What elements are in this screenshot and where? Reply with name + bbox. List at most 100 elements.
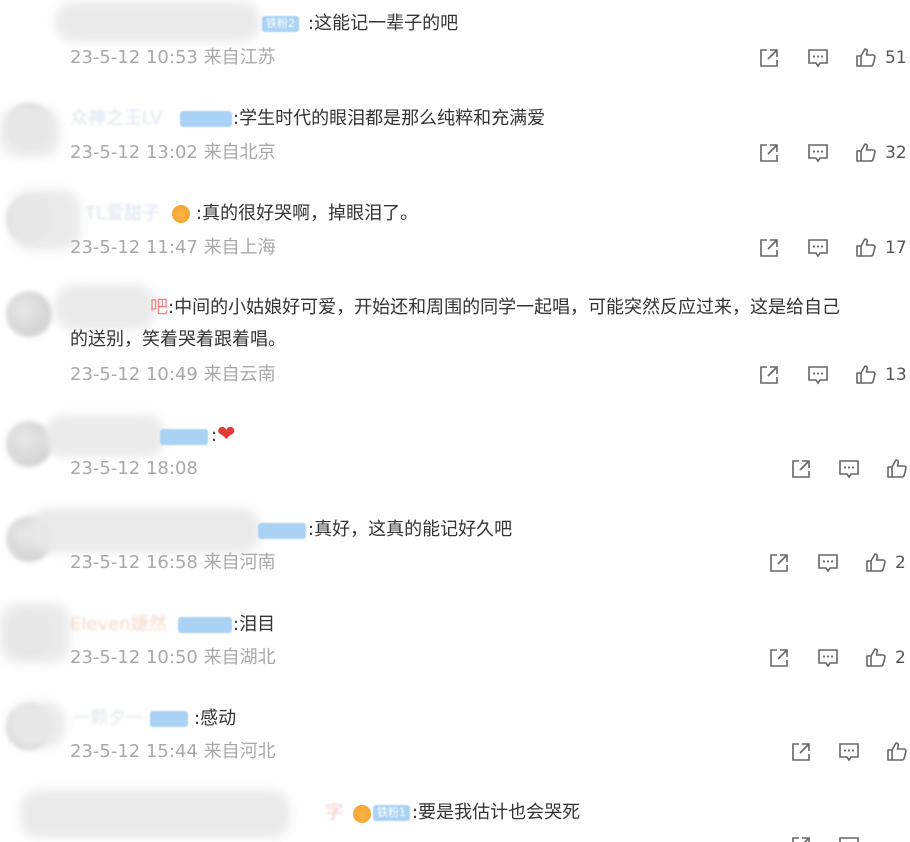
fan-badge	[150, 711, 188, 727]
share-icon[interactable]	[789, 457, 813, 481]
like-icon[interactable]	[854, 46, 878, 70]
like-icon[interactable]	[864, 551, 888, 575]
comment-location: 来自湖北	[203, 647, 276, 668]
like-icon[interactable]	[854, 141, 878, 165]
username: 一颗夕一	[72, 708, 144, 729]
comment-icon[interactable]	[806, 141, 830, 165]
blurred-username	[0, 603, 70, 663]
comment-location: 来自河北	[203, 741, 276, 762]
comment-actions: 13	[757, 363, 907, 387]
comment-icon[interactable]	[837, 457, 861, 481]
comment-time: 23-5-12 10:49	[70, 364, 198, 385]
share-icon[interactable]	[757, 46, 781, 70]
comment-time: 23-5-12 13:02	[70, 142, 198, 163]
comment-icon[interactable]	[816, 646, 840, 670]
comment-meta: 23-5-12 13:02 来自北京	[70, 141, 276, 165]
like-count: 2	[895, 553, 906, 573]
like-icon[interactable]	[885, 740, 909, 764]
comment-time: 23-5-12 10:50	[70, 647, 198, 668]
share-icon[interactable]	[789, 834, 813, 842]
comment-time: 23-5-12 18:08	[70, 458, 198, 479]
comment-time: 23-5-12 11:47	[70, 237, 198, 258]
comment-location: 来自云南	[203, 364, 276, 385]
like-count: 13	[885, 365, 907, 385]
username: Eleven婕然	[70, 614, 167, 635]
comment-time: 23-5-12 10:53	[70, 47, 198, 68]
comment-meta: 23-5-12 11:47 来自上海	[70, 236, 276, 260]
comment-icon[interactable]	[837, 740, 861, 764]
share-icon[interactable]	[757, 141, 781, 165]
blurred-username	[45, 415, 165, 457]
comment-time: 23-5-12 16:58	[70, 552, 198, 573]
like-icon[interactable]	[854, 236, 878, 260]
fan-badge	[180, 111, 232, 127]
blurred-username	[10, 702, 65, 747]
comment-actions: 2	[767, 551, 907, 575]
comment-item: TL爱甜子 :真的很好哭啊，掉眼泪了。 23-5-12 11:47 来自上海 1…	[0, 190, 910, 280]
comment-actions: 32	[757, 141, 907, 165]
comment-location: 来自江苏	[203, 47, 276, 68]
fan-badge: 铁粉1	[373, 805, 410, 821]
comment-item: 铁粉2 :这能记一辈子的吧 23-5-12 10:53 来自江苏 51	[0, 0, 910, 90]
comment-actions	[789, 834, 910, 842]
comment-icon[interactable]	[837, 834, 861, 842]
share-icon[interactable]	[767, 551, 791, 575]
comment-text: :感动	[194, 708, 237, 729]
comment-actions: 2	[767, 646, 907, 670]
comment-meta: 23-5-12 10:49 来自云南	[70, 363, 276, 387]
comment-actions: 51	[757, 46, 907, 70]
like-icon[interactable]	[864, 646, 888, 670]
share-icon[interactable]	[757, 236, 781, 260]
fan-badge	[258, 523, 306, 539]
comment-text-continued: 的送别，笑着哭着跟着唱。	[70, 329, 286, 350]
comment-item: :❤ 23-5-12 18:08	[0, 413, 910, 498]
comment-text: :泪目	[233, 614, 276, 635]
like-icon[interactable]	[885, 457, 909, 481]
comment-text: :真的很好哭啊，掉眼泪了。	[196, 203, 419, 224]
comment-time: 23-5-12 15:44	[70, 741, 198, 762]
like-count: 17	[885, 238, 907, 258]
comment-item: 一颗夕一 :感动 23-5-12 15:44 来自河北	[0, 698, 910, 783]
username: 吧	[150, 297, 168, 318]
comment-icon[interactable]	[816, 551, 840, 575]
comment-text: :这能记一辈子的吧	[308, 13, 459, 34]
comment-location: 来自河南	[203, 552, 276, 573]
comment-text: :❤	[211, 422, 236, 447]
heart-emoji: ❤	[217, 422, 236, 447]
comment-item: Eleven婕然 :泪目 23-5-12 10:50 来自湖北 2	[0, 603, 910, 688]
username: 众神之王LV	[70, 108, 163, 129]
comment-icon[interactable]	[806, 236, 830, 260]
username: TL爱甜子	[85, 203, 161, 224]
comment-meta: 23-5-12 10:53 来自江苏	[70, 46, 276, 70]
blurred-username	[0, 107, 60, 157]
comment-text: :学生时代的眼泪都是那么纯粹和充满爱	[233, 108, 546, 129]
comment-meta: 23-5-12 15:44 来自河北	[70, 740, 276, 764]
like-count: 32	[885, 143, 907, 163]
blurred-username	[30, 508, 260, 553]
like-icon[interactable]	[854, 363, 878, 387]
like-count: 2	[895, 648, 906, 668]
avatar	[6, 291, 52, 337]
blurred-username	[20, 790, 290, 838]
share-icon[interactable]	[757, 363, 781, 387]
like-count: 51	[885, 48, 907, 68]
comment-icon[interactable]	[806, 46, 830, 70]
comment-text: :要是我估计也会哭死	[412, 802, 581, 823]
share-icon[interactable]	[767, 646, 791, 670]
comment-item: 字 铁粉1 :要是我估计也会哭死	[0, 788, 910, 842]
comment-actions: 17	[757, 236, 907, 260]
share-icon[interactable]	[789, 740, 813, 764]
blurred-username	[55, 285, 155, 330]
comment-location: 来自北京	[203, 142, 276, 163]
comment-actions	[789, 740, 910, 764]
comment-icon[interactable]	[806, 363, 830, 387]
fan-badge	[160, 429, 208, 445]
comment-meta: 23-5-12 10:50 来自湖北	[70, 646, 276, 670]
comment-item: :真好，这真的能记好久吧 23-5-12 16:58 来自河南 2	[0, 508, 910, 593]
username: 字	[325, 802, 343, 823]
crown-icon	[353, 805, 371, 823]
comment-item: 众神之王LV :学生时代的眼泪都是那么纯粹和充满爱 23-5-12 13:02 …	[0, 95, 910, 185]
comment-actions	[789, 457, 910, 481]
comment-text: :真好，这真的能记好久吧	[308, 519, 513, 540]
crown-icon	[172, 205, 190, 223]
